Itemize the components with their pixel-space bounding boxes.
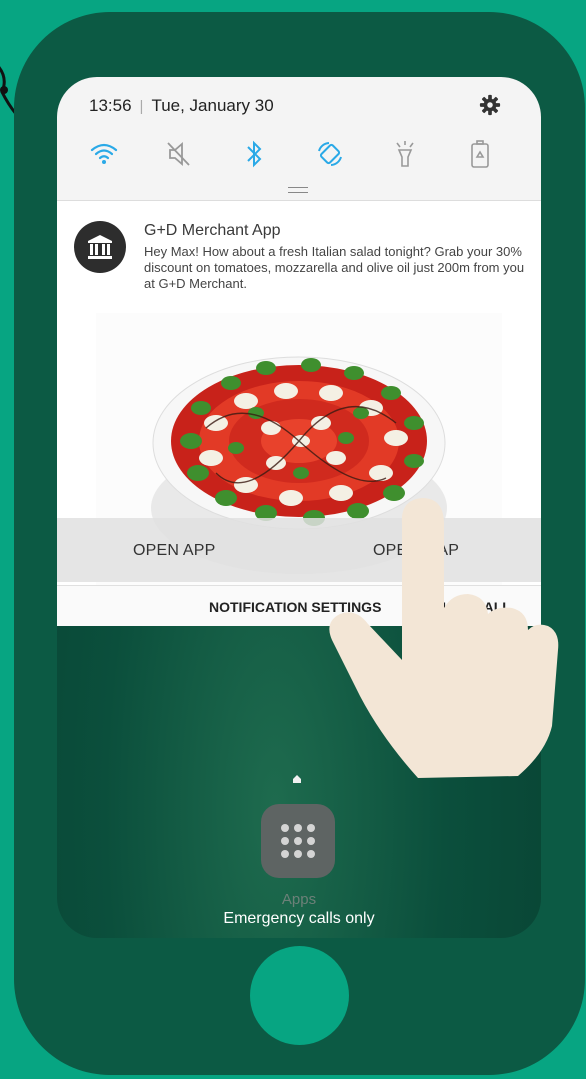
flashlight-icon[interactable] [388, 137, 422, 171]
wifi-icon[interactable] [87, 137, 121, 171]
home-button[interactable] [250, 946, 349, 1045]
status-time: 13:56 [89, 96, 132, 115]
mute-icon[interactable] [162, 137, 196, 171]
status-separator: | [139, 97, 144, 115]
home-icon [293, 775, 301, 783]
notification-message: Hey Max! How about a fresh Italian salad… [144, 244, 525, 291]
bluetooth-icon[interactable] [237, 137, 271, 171]
panel-drag-handle[interactable] [288, 187, 308, 193]
auto-rotate-icon[interactable] [313, 137, 347, 171]
status-date: Tue, January 30 [151, 96, 274, 115]
notification-app-name: G+D Merchant App [144, 222, 281, 239]
open-app-button[interactable]: OPEN APP [133, 542, 216, 560]
pointing-hand-icon [329, 498, 559, 778]
status-bar: 13:56 | Tue, January 30 [89, 95, 274, 117]
emergency-calls-text: Emergency calls only [223, 910, 375, 927]
quick-settings-row [87, 137, 497, 171]
apps-label: Apps [281, 891, 317, 908]
bank-icon [74, 221, 126, 273]
apps-button[interactable] [261, 804, 335, 878]
settings-gear-icon[interactable] [479, 94, 501, 116]
power-saving-icon[interactable] [463, 137, 497, 171]
